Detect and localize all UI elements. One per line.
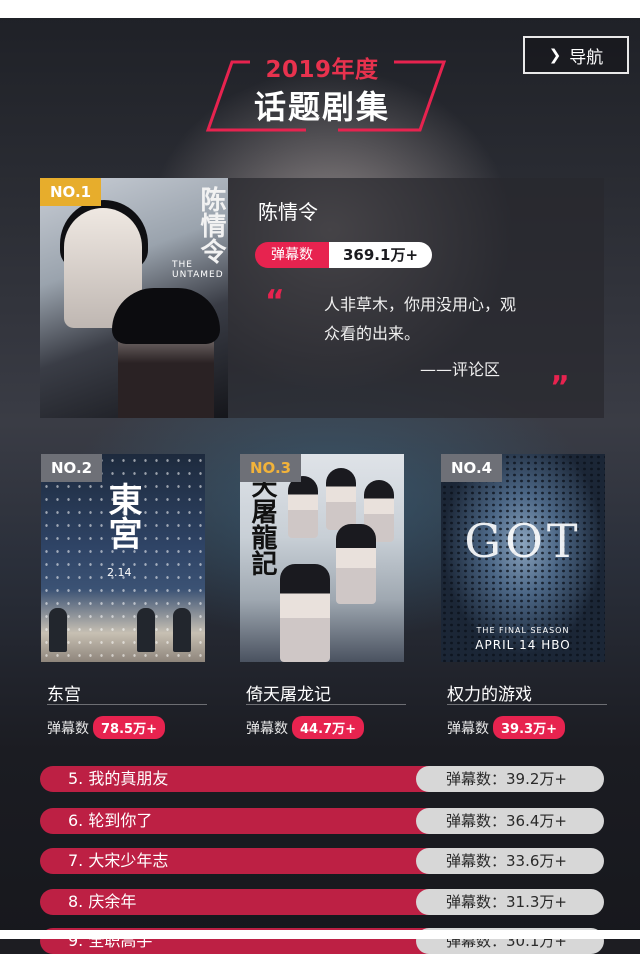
danmu-value: 39.3万+ xyxy=(493,716,565,739)
danmu-count: 弹幕数 39.3万+ xyxy=(447,716,565,739)
ranking-danmu: 弹幕数：33.6万+ xyxy=(416,848,604,874)
danmu-label: 弹幕数 xyxy=(246,720,288,737)
top4-poster[interactable]: GOT THE FINAL SEASON APRIL 14 HBO NO.4 xyxy=(441,454,605,662)
top3-card[interactable]: 天屠龍記 NO.3 倚天屠龙记 弹幕数 44.7万+ xyxy=(240,454,406,739)
ranking-title: 6. 轮到你了 xyxy=(40,808,430,834)
divider xyxy=(246,704,406,705)
rank-badge: NO.1 xyxy=(40,178,102,206)
show-name[interactable]: 东宫 xyxy=(47,680,81,705)
poster-subtitle: THE UNTAMED xyxy=(172,260,224,280)
danmu-count-pill: 弹幕数 369.1万+ xyxy=(255,242,433,268)
poster-subtitle: THE FINAL SEASON xyxy=(476,626,570,635)
bottom-margin xyxy=(0,930,640,939)
poster-figure xyxy=(280,564,330,662)
ranking-row[interactable]: 8. 庆余年 弹幕数：31.3万+ xyxy=(40,889,604,915)
poster-figure xyxy=(336,524,376,604)
ranking-row[interactable]: 5. 我的真朋友 弹幕数：39.2万+ xyxy=(40,766,604,792)
top2-poster[interactable]: 東宮 2.14 NO.2 xyxy=(41,454,205,662)
divider xyxy=(447,704,607,705)
quote-open-icon: “ xyxy=(265,284,285,319)
danmu-value: 78.5万+ xyxy=(93,716,165,739)
poster-figure xyxy=(173,608,191,652)
danmu-value: 369.1万+ xyxy=(329,242,433,268)
page-title: 话题剧集 xyxy=(253,88,390,126)
poster-figure xyxy=(112,288,220,344)
nav-button-label: 导航 xyxy=(569,47,604,68)
poster-title: 東宮 xyxy=(102,482,142,550)
poster-title: 天屠龍記 xyxy=(247,472,277,576)
ranking-row[interactable]: 6. 轮到你了 弹幕数：36.4万+ xyxy=(40,808,604,834)
danmu-label: 弹幕数 xyxy=(447,720,489,737)
ranking-danmu: 弹幕数：31.3万+ xyxy=(416,889,604,915)
rank-badge: NO.4 xyxy=(441,454,503,482)
top4-card[interactable]: GOT THE FINAL SEASON APRIL 14 HBO NO.4 权… xyxy=(441,454,607,739)
danmu-label: 弹幕数 xyxy=(47,720,89,737)
danmu-count: 弹幕数 44.7万+ xyxy=(246,716,364,739)
comment-quote: 人非草木，你用没用心，观众看的出来。 xyxy=(324,295,517,343)
chevron-right-icon: ❯ xyxy=(548,46,562,64)
quote-source: ——评论区 xyxy=(420,360,501,379)
ranking-title: 7. 大宋少年志 xyxy=(40,848,430,874)
header-year: 2019年度 xyxy=(265,57,379,83)
ranking-row[interactable]: 7. 大宋少年志 弹幕数：33.6万+ xyxy=(40,848,604,874)
poster-figure xyxy=(288,476,318,538)
danmu-value: 44.7万+ xyxy=(292,716,364,739)
top1-card[interactable]: 陈情令 THE UNTAMED NO.1 陈情令 弹幕数 369.1万+ “ 人… xyxy=(40,178,604,418)
ranking-title: 5. 我的真朋友 xyxy=(40,766,430,792)
poster-figure xyxy=(326,468,356,530)
show-name[interactable]: 陈情令 xyxy=(258,196,318,225)
poster-date: 2.14 xyxy=(107,566,132,579)
ranking-title: 8. 庆余年 xyxy=(40,889,430,915)
top-margin xyxy=(0,0,640,18)
show-name[interactable]: 倚天屠龙记 xyxy=(246,680,331,705)
danmu-label: 弹幕数 xyxy=(255,242,329,268)
nav-button[interactable]: ❯ 导航 xyxy=(523,36,629,74)
poster-figure xyxy=(49,608,67,652)
poster-date: APRIL 14 HBO xyxy=(475,638,571,652)
poster-title: 陈情令 xyxy=(196,186,226,264)
divider xyxy=(47,704,207,705)
poster-title: GOT xyxy=(464,514,582,568)
quote-close-icon: ” xyxy=(550,370,570,405)
show-name[interactable]: 权力的游戏 xyxy=(447,680,532,705)
ranking-danmu: 弹幕数：36.4万+ xyxy=(416,808,604,834)
poster-figure xyxy=(137,608,155,652)
rank-badge: NO.2 xyxy=(41,454,103,482)
top1-poster[interactable]: 陈情令 THE UNTAMED NO.1 xyxy=(40,178,228,418)
rank-badge: NO.3 xyxy=(240,454,302,482)
top3-poster[interactable]: 天屠龍記 NO.3 xyxy=(240,454,404,662)
top2-card[interactable]: 東宮 2.14 NO.2 东宫 弹幕数 78.5万+ xyxy=(41,454,207,739)
ranking-danmu: 弹幕数：39.2万+ xyxy=(416,766,604,792)
page-header: 2019年度 话题剧集 xyxy=(198,57,446,134)
danmu-count: 弹幕数 78.5万+ xyxy=(47,716,165,739)
